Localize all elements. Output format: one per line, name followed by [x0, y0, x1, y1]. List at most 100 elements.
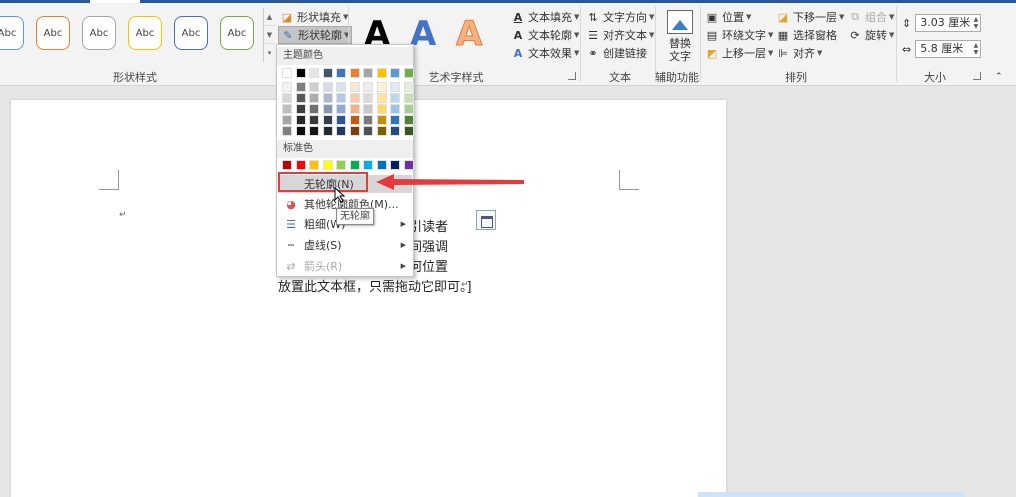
theme-color-swatch[interactable]	[295, 115, 306, 125]
theme-color-swatch[interactable]	[349, 68, 360, 78]
theme-color-swatch[interactable]	[349, 93, 360, 103]
dashes-item[interactable]: ┅ 虚线(S) ▶	[278, 235, 412, 255]
shape-fill-button[interactable]: ◪ 形状填充 ▼	[280, 8, 349, 26]
standard-color-swatch[interactable]	[349, 160, 360, 170]
group-button[interactable]: ⧉ 组合 ▼	[848, 8, 894, 26]
selection-pane-button[interactable]: ▦ 选择窗格	[776, 26, 837, 44]
create-link-button[interactable]: ⚭ 创建链接	[586, 44, 647, 62]
shape-height-input[interactable]: 3.03 厘米 ▲ ▼	[915, 14, 982, 32]
theme-color-swatch[interactable]	[363, 93, 373, 103]
theme-color-swatch[interactable]	[295, 82, 306, 92]
standard-color-swatch[interactable]	[322, 160, 333, 170]
standard-color-swatch[interactable]	[282, 160, 292, 170]
theme-color-swatch[interactable]	[376, 126, 387, 136]
theme-color-swatch[interactable]	[336, 126, 346, 136]
theme-color-swatch[interactable]	[390, 93, 400, 103]
wordart-dialog-launcher-icon[interactable]	[568, 72, 576, 80]
text-effect-button[interactable]: A 文本效果 ▼	[511, 44, 580, 62]
position-button[interactable]: ▣ 位置 ▼	[705, 8, 752, 26]
theme-color-swatch[interactable]	[322, 68, 333, 78]
theme-color-swatch[interactable]	[282, 126, 292, 136]
shape-outline-button[interactable]: ✎ 形状轮廓 ▼	[278, 26, 353, 44]
theme-color-swatch[interactable]	[349, 82, 360, 92]
theme-color-swatch[interactable]	[295, 126, 306, 136]
theme-color-swatch[interactable]	[349, 104, 360, 114]
theme-color-swatch[interactable]	[309, 115, 319, 125]
theme-color-swatch[interactable]	[282, 115, 292, 125]
alt-text-button[interactable]: 替换 文字	[660, 10, 700, 63]
layout-options-icon[interactable]	[476, 210, 496, 230]
shape-style-option[interactable]: Abc	[0, 16, 24, 50]
size-dialog-launcher-icon[interactable]	[973, 72, 981, 80]
theme-color-swatch[interactable]	[309, 68, 319, 78]
theme-color-swatch[interactable]	[376, 82, 387, 92]
theme-color-swatch[interactable]	[309, 126, 319, 136]
shape-style-option[interactable]: Abc	[36, 16, 70, 50]
theme-color-swatch[interactable]	[390, 68, 400, 78]
theme-color-swatch[interactable]	[403, 115, 414, 125]
theme-color-swatch[interactable]	[336, 82, 346, 92]
bring-forward-button[interactable]: ◩ 上移一层 ▼	[705, 44, 774, 62]
standard-color-swatch[interactable]	[403, 160, 414, 170]
theme-color-swatch[interactable]	[376, 104, 387, 114]
theme-color-swatch[interactable]	[403, 82, 414, 92]
theme-color-swatch[interactable]	[349, 115, 360, 125]
wrap-text-button[interactable]: ▤ 环绕文字 ▼	[705, 26, 774, 44]
theme-color-swatch[interactable]	[282, 82, 292, 92]
shape-width-input[interactable]: 5.8 厘米 ▲ ▼	[915, 40, 982, 58]
theme-color-swatch[interactable]	[390, 104, 400, 114]
theme-color-swatch[interactable]	[390, 115, 400, 125]
theme-color-swatch[interactable]	[295, 93, 306, 103]
theme-color-swatch[interactable]	[363, 126, 373, 136]
theme-color-swatch[interactable]	[309, 93, 319, 103]
theme-color-swatch[interactable]	[309, 82, 319, 92]
theme-color-swatch[interactable]	[363, 68, 373, 78]
collapse-ribbon-icon[interactable]: ⌃	[995, 68, 1003, 86]
theme-color-swatch[interactable]	[322, 115, 333, 125]
shape-style-option[interactable]: Abc	[82, 16, 116, 50]
theme-color-swatch[interactable]	[376, 68, 387, 78]
gallery-more-icon[interactable]: ▾	[264, 44, 275, 62]
theme-color-swatch[interactable]	[376, 93, 387, 103]
text-outline-button[interactable]: A 文本轮廓 ▼	[511, 26, 580, 44]
theme-color-swatch[interactable]	[282, 93, 292, 103]
spinner-icon[interactable]: ▲ ▼	[974, 16, 979, 30]
wordart-style-orange[interactable]: A	[455, 14, 482, 55]
standard-color-swatch[interactable]	[295, 160, 306, 170]
gallery-down-icon[interactable]: ▼	[264, 26, 275, 44]
align-objects-button[interactable]: ⊫ 对齐 ▼	[776, 44, 822, 62]
theme-color-swatch[interactable]	[322, 104, 333, 114]
theme-color-swatch[interactable]	[376, 115, 387, 125]
gallery-scrollbar[interactable]: ▲ ▼ ▾	[263, 8, 275, 62]
text-fill-button[interactable]: A 文本填充 ▼	[511, 8, 580, 26]
theme-color-swatch[interactable]	[403, 68, 414, 78]
theme-color-swatch[interactable]	[363, 115, 373, 125]
rotate-button[interactable]: ⟳ 旋转 ▼	[848, 26, 894, 44]
standard-color-swatch[interactable]	[390, 160, 400, 170]
standard-color-swatch[interactable]	[309, 160, 319, 170]
theme-color-swatch[interactable]	[282, 68, 292, 78]
theme-color-swatch[interactable]	[282, 104, 292, 114]
theme-color-swatch[interactable]	[309, 104, 319, 114]
send-backward-button[interactable]: ◪ 下移一层 ▼	[776, 8, 845, 26]
theme-color-swatch[interactable]	[322, 82, 333, 92]
theme-color-swatch[interactable]	[390, 126, 400, 136]
standard-color-swatch[interactable]	[336, 160, 346, 170]
theme-color-swatch[interactable]	[322, 93, 333, 103]
theme-color-swatch[interactable]	[295, 68, 306, 78]
theme-color-swatch[interactable]	[363, 104, 373, 114]
theme-color-swatch[interactable]	[322, 126, 333, 136]
theme-color-swatch[interactable]	[349, 126, 360, 136]
text-direction-button[interactable]: ⇅ 文字方向 ▼	[586, 8, 654, 26]
theme-color-swatch[interactable]	[336, 115, 346, 125]
spinner-icon[interactable]: ▲ ▼	[974, 42, 979, 56]
theme-color-swatch[interactable]	[403, 104, 414, 114]
theme-color-swatch[interactable]	[390, 82, 400, 92]
standard-color-swatch[interactable]	[376, 160, 387, 170]
arrows-item[interactable]: ⇄ 箭头(R) ▶	[278, 256, 412, 276]
theme-color-swatch[interactable]	[403, 93, 414, 103]
theme-color-swatch[interactable]	[336, 93, 346, 103]
theme-color-swatch[interactable]	[336, 68, 346, 78]
shape-style-option[interactable]: Abc	[174, 16, 208, 50]
theme-color-swatch[interactable]	[403, 126, 414, 136]
